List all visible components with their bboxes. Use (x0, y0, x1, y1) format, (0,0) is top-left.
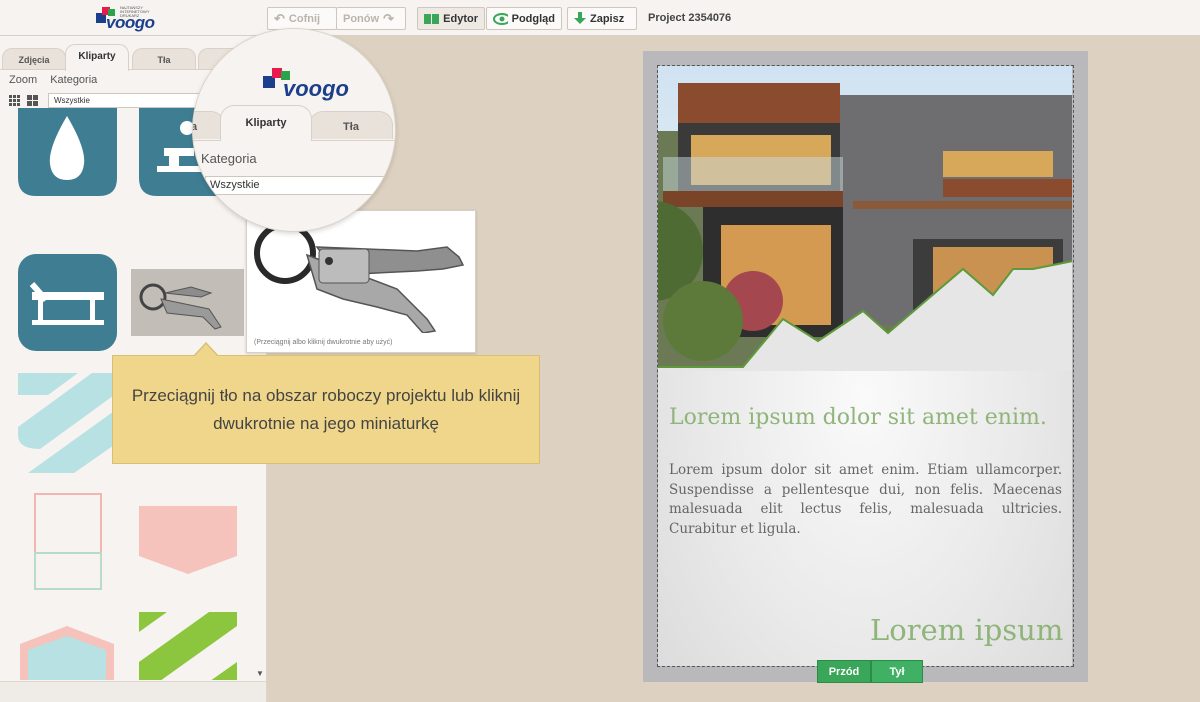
preview-button[interactable]: Podgląd (486, 7, 562, 30)
category-select[interactable]: Wszystkie (48, 93, 200, 108)
flyer-body-text[interactable]: Lorem ipsum dolor sit amet enim. Etiam u… (669, 461, 1062, 539)
redo-label: Ponów (343, 12, 380, 25)
preview-hint: (Przeciągnij albo kliknij dwukrotnie aby… (254, 339, 393, 346)
undo-button[interactable]: ↶ Cofnij (267, 7, 337, 30)
editor-icon (424, 13, 439, 24)
tab-photos[interactable]: Zdjęcia (2, 48, 66, 70)
zoom-menu[interactable]: Zoom (9, 74, 37, 86)
editor-button[interactable]: Edytor (417, 7, 485, 30)
back-page-button[interactable]: Tył (871, 660, 923, 683)
clipart-green-stripes[interactable] (139, 612, 237, 680)
clipart-house-frame[interactable] (18, 624, 116, 680)
save-button[interactable]: Zapisz (567, 7, 637, 30)
flyer-page[interactable] (658, 66, 1072, 666)
flyer-footer-title[interactable]: Lorem ipsum (870, 613, 1063, 647)
horizontal-scrollbar[interactable] (0, 681, 266, 702)
magnified-category-label: Kategoria (201, 151, 257, 166)
tab-backgrounds[interactable]: Tła (132, 48, 196, 70)
large-grid-icon[interactable] (27, 95, 39, 107)
category-menu[interactable]: Kategoria (50, 74, 97, 86)
editor-label: Edytor (443, 12, 478, 25)
magnified-tab-cliparts: Kliparty (220, 105, 312, 141)
project-canvas[interactable] (643, 51, 1088, 682)
clipart-keys-thumbnail[interactable] (131, 269, 244, 336)
house-photo[interactable] (658, 66, 1072, 371)
redo-arrow-icon: ↷ (383, 10, 394, 26)
undo-label: Cofnij (288, 12, 321, 25)
front-page-button[interactable]: Przód (817, 660, 871, 683)
view-toggle (9, 95, 39, 107)
preview-label: Podgląd (511, 12, 555, 25)
scroll-down-icon[interactable]: ▼ (256, 669, 264, 678)
clipart-preview-popup: (Przeciągnij albo kliknij dwukrotnie aby… (246, 210, 476, 353)
download-icon (574, 11, 586, 24)
sidebar-menu: Zoom Kategoria (9, 74, 107, 86)
flyer-headline[interactable]: Lorem ipsum dolor sit amet enim. (669, 405, 1047, 430)
undo-arrow-icon: ↶ (274, 10, 285, 26)
zoom-magnifier: voogo a Kliparty Tła Kategoria Wszystkie (193, 29, 395, 231)
eye-icon (493, 12, 508, 25)
magnified-tab-backgrounds: Tła (309, 111, 393, 139)
project-id: Project 2354076 (648, 12, 732, 24)
voogo-logo[interactable]: NAJTAŃSZY INTERNETOWY DRUKARZ voogo (96, 5, 158, 32)
clipart-teal-stripes[interactable] (18, 373, 117, 473)
clipart-pink-banner[interactable] (139, 506, 237, 576)
clipart-hospital-bed[interactable] (18, 254, 117, 351)
magnified-category-select: Wszystkie (205, 176, 395, 195)
tab-cliparts[interactable]: Kliparty (65, 44, 129, 71)
clipart-water-drop[interactable] (18, 108, 117, 196)
help-tooltip: Przeciągnij tło na obszar roboczy projek… (112, 342, 540, 464)
small-grid-icon[interactable] (9, 95, 21, 107)
magnified-logo-wordmark: voogo (283, 76, 349, 101)
save-label: Zapisz (590, 12, 625, 25)
tooltip-text: Przeciągnij tło na obszar roboczy projek… (131, 385, 521, 433)
redo-button[interactable]: Ponów ↷ (336, 7, 406, 30)
magnified-logo: voogo (263, 64, 349, 101)
clipart-pastel-frame[interactable] (34, 493, 102, 590)
logo-wordmark: voogo (106, 13, 155, 32)
top-toolbar: NAJTAŃSZY INTERNETOWY DRUKARZ voogo ↶ Co… (0, 0, 1200, 36)
